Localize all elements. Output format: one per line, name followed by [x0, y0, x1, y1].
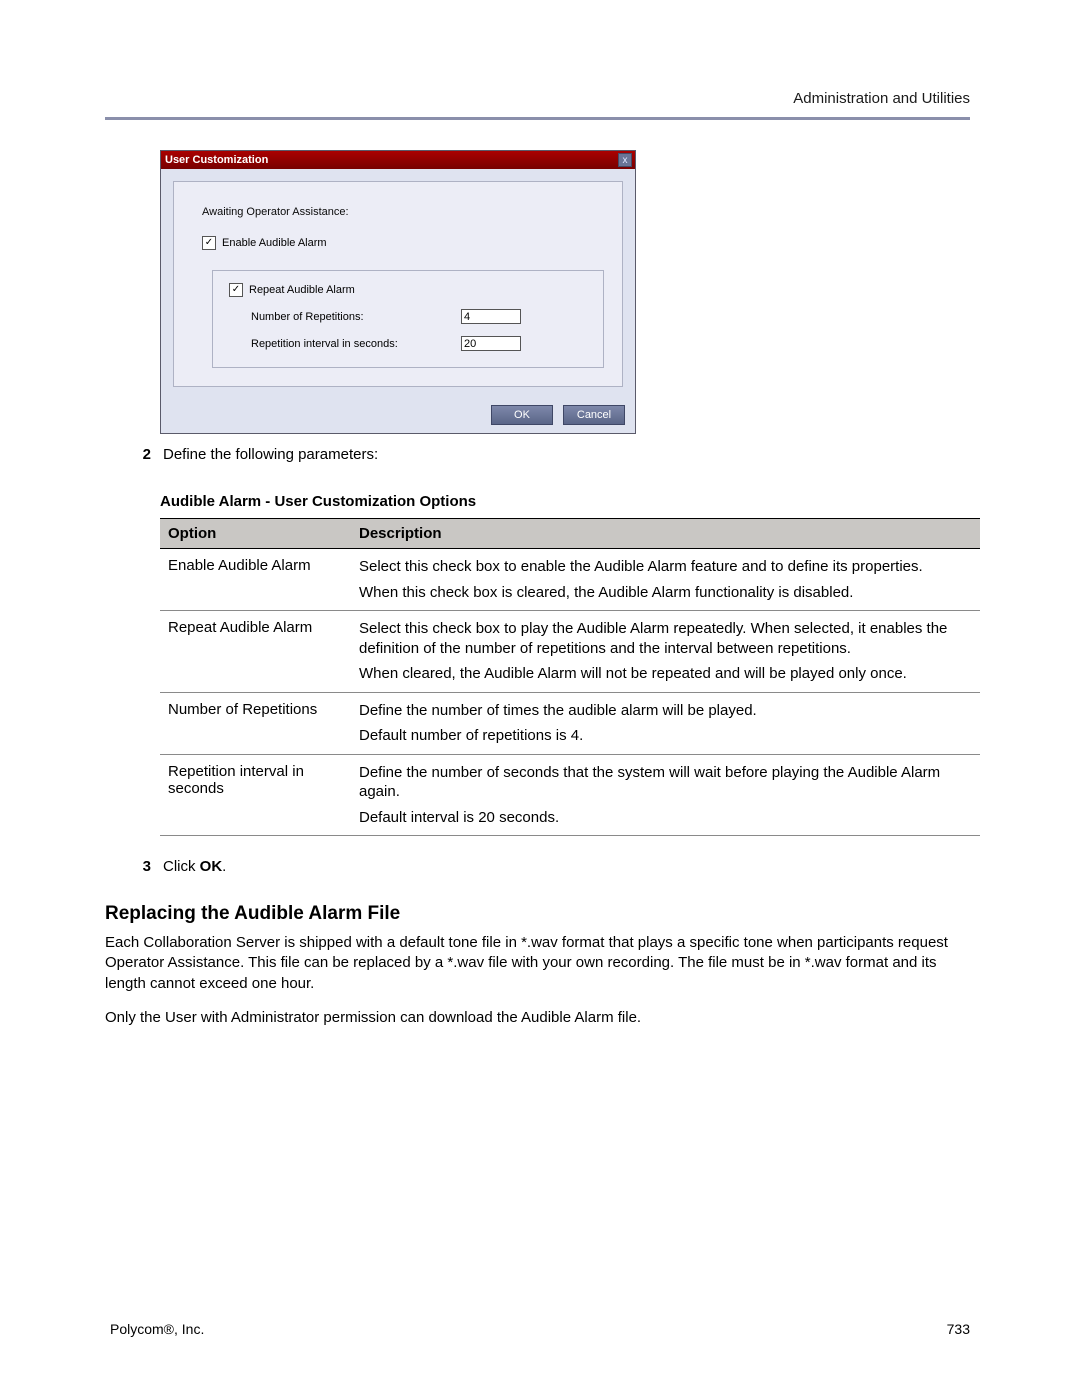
table-title: Audible Alarm - User Customization Optio…	[160, 493, 970, 510]
dialog-title: User Customization	[165, 154, 268, 166]
step-3-text: Click OK.	[163, 858, 226, 875]
desc-cell: Select this check box to play the Audibl…	[351, 611, 980, 693]
desc-cell: Select this check box to enable the Audi…	[351, 549, 980, 611]
step-3-suffix: .	[222, 858, 226, 875]
desc-cell: Define the number of times the audible a…	[351, 692, 980, 754]
repeat-audible-alarm-row: ✓ Repeat Audible Alarm	[229, 283, 587, 297]
page-footer: Polycom®, Inc. 733	[110, 1321, 970, 1337]
page-header-right: Administration and Utilities	[105, 90, 970, 107]
dialog-body: Awaiting Operator Assistance: ✓ Enable A…	[161, 169, 635, 399]
dialog-titlebar: User Customization x	[161, 151, 635, 169]
desc-para: Define the number of seconds that the sy…	[359, 763, 972, 802]
repeat-audible-alarm-label: Repeat Audible Alarm	[249, 284, 355, 296]
column-option: Option	[160, 519, 351, 549]
enable-audible-alarm-label: Enable Audible Alarm	[222, 237, 327, 249]
options-table: Option Description Enable Audible Alarm …	[160, 518, 980, 836]
ok-button[interactable]: OK	[491, 405, 553, 425]
enable-audible-alarm-checkbox[interactable]: ✓	[202, 236, 216, 250]
table-row: Enable Audible Alarm Select this check b…	[160, 549, 980, 611]
desc-para: When this check box is cleared, the Audi…	[359, 583, 972, 603]
column-description: Description	[351, 519, 980, 549]
repeat-audible-alarm-checkbox[interactable]: ✓	[229, 283, 243, 297]
options-table-header: Option Description	[160, 519, 980, 549]
dialog-main-panel: Awaiting Operator Assistance: ✓ Enable A…	[173, 181, 623, 387]
dialog-button-bar: OK Cancel	[161, 399, 635, 433]
step-2-number: 2	[135, 446, 151, 463]
option-cell: Enable Audible Alarm	[160, 549, 351, 611]
table-row: Repeat Audible Alarm Select this check b…	[160, 611, 980, 693]
enable-audible-alarm-row: ✓ Enable Audible Alarm	[202, 236, 604, 250]
section-paragraph-1: Each Collaboration Server is shipped wit…	[105, 933, 970, 994]
desc-para: Default number of repetitions is 4.	[359, 726, 972, 746]
footer-right: 733	[947, 1321, 970, 1337]
num-repetitions-row: Number of Repetitions:	[251, 309, 587, 324]
step-2-text: Define the following parameters:	[163, 446, 378, 463]
desc-cell: Define the number of seconds that the sy…	[351, 754, 980, 836]
interval-input[interactable]	[461, 336, 521, 351]
table-row: Repetition interval in seconds Define th…	[160, 754, 980, 836]
cancel-button[interactable]: Cancel	[563, 405, 625, 425]
num-repetitions-input[interactable]	[461, 309, 521, 324]
section-heading: Replacing the Audible Alarm File	[105, 903, 970, 925]
interval-row: Repetition interval in seconds:	[251, 336, 587, 351]
desc-para: When cleared, the Audible Alarm will not…	[359, 664, 972, 684]
option-cell: Number of Repetitions	[160, 692, 351, 754]
step-3-bold: OK	[200, 858, 223, 875]
step-3-number: 3	[135, 858, 151, 875]
desc-para: Select this check box to enable the Audi…	[359, 557, 972, 577]
section-paragraph-2: Only the User with Administrator permiss…	[105, 1008, 970, 1028]
footer-left: Polycom®, Inc.	[110, 1321, 204, 1337]
user-customization-dialog: User Customization x Awaiting Operator A…	[160, 150, 636, 434]
close-icon[interactable]: x	[618, 153, 632, 167]
repeat-panel: ✓ Repeat Audible Alarm Number of Repetit…	[212, 270, 604, 368]
num-repetitions-label: Number of Repetitions:	[251, 311, 461, 323]
option-cell: Repetition interval in seconds	[160, 754, 351, 836]
table-row: Number of Repetitions Define the number …	[160, 692, 980, 754]
interval-label: Repetition interval in seconds:	[251, 338, 461, 350]
desc-para: Define the number of times the audible a…	[359, 701, 972, 721]
step-3: 3 Click OK.	[135, 858, 970, 875]
awaiting-operator-label: Awaiting Operator Assistance:	[202, 206, 604, 218]
desc-para: Default interval is 20 seconds.	[359, 808, 972, 828]
step-3-prefix: Click	[163, 858, 200, 875]
step-2: 2 Define the following parameters:	[135, 446, 970, 463]
desc-para: Select this check box to play the Audibl…	[359, 619, 972, 658]
header-separator	[105, 117, 970, 120]
option-cell: Repeat Audible Alarm	[160, 611, 351, 693]
